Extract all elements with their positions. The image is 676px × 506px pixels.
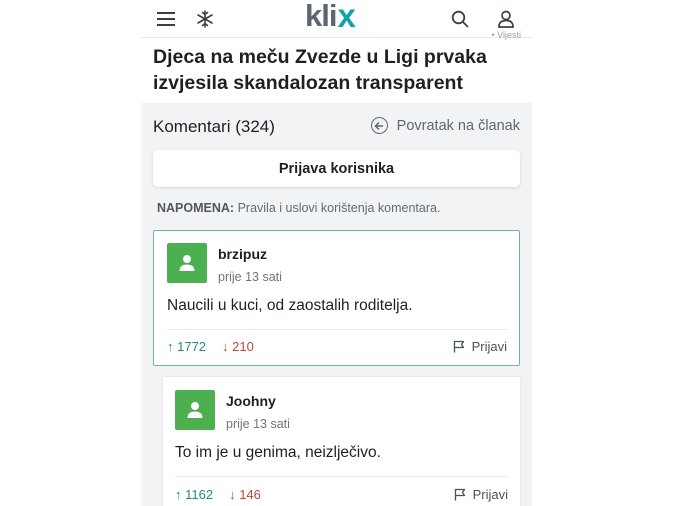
avatar [167,243,207,283]
divider [167,329,507,330]
flag-icon [454,488,465,501]
note-label: NAPOMENA: [157,201,235,215]
site-logo[interactable]: kli x [305,0,356,34]
comment-timestamp: prije 13 sati [218,270,282,284]
upvote-button[interactable]: ↑ 1162 [175,487,213,502]
comment-text: To im je u genima, neizlječivo. [175,444,381,461]
top-navigation-bar: kli x • Vijesti [141,0,532,40]
snowflake-icon[interactable] [190,4,220,34]
note-rules-link[interactable]: Pravila i uslovi korištenja komentara. [234,201,441,215]
mobile-page: kli x • Vijesti Djeca na meču Zvezde u Li… [141,0,532,506]
comment-timestamp: prije 13 sati [226,417,290,431]
comments-panel: Komentari (324) Povratak na članak Prija… [141,103,532,506]
back-to-article-link[interactable]: Povratak na članak [370,117,520,134]
comment-votes: ↑ 1772 ↓ 210 [167,339,254,354]
comments-note: NAPOMENA: Pravila i uslovi korištenja ko… [157,201,440,215]
report-user-button[interactable]: Prijava korisnika [153,150,520,187]
comment-username[interactable]: Joohny [226,393,276,409]
comment-card: Joohny prije 13 sati To im je u genima, … [163,377,520,506]
downvote-button[interactable]: ↓ 146 [229,487,261,502]
comment-username[interactable]: brzipuz [218,246,267,262]
back-arrow-icon [370,117,388,134]
article-title: Djeca na meču Zvezde u Ligi prvaka izvje… [153,46,487,94]
comment-card: brzipuz prije 13 sati Naucili u kuci, od… [153,230,520,366]
logo-x-mark: x [337,0,355,34]
back-link-label: Povratak na članak [396,117,520,134]
report-comment-label: Prijavi [471,339,507,354]
menu-icon[interactable] [151,4,181,34]
logo-text: kli [305,0,337,33]
flag-icon [453,340,464,353]
upvote-button[interactable]: ↑ 1772 [167,339,206,354]
comments-count-title: Komentari (324) [153,117,275,136]
section-tag: • Vijesti [491,30,522,40]
search-icon[interactable] [445,4,475,34]
report-comment-button[interactable]: Prijavi [453,339,507,354]
report-comment-label: Prijavi [472,487,508,502]
downvote-button[interactable]: ↓ 210 [222,339,254,354]
report-comment-button[interactable]: Prijavi [454,487,508,502]
avatar [175,390,215,430]
comment-votes: ↑ 1162 ↓ 146 [175,487,261,502]
divider [175,476,507,477]
comment-text: Naucili u kuci, od zaostalih roditelja. [167,297,413,314]
